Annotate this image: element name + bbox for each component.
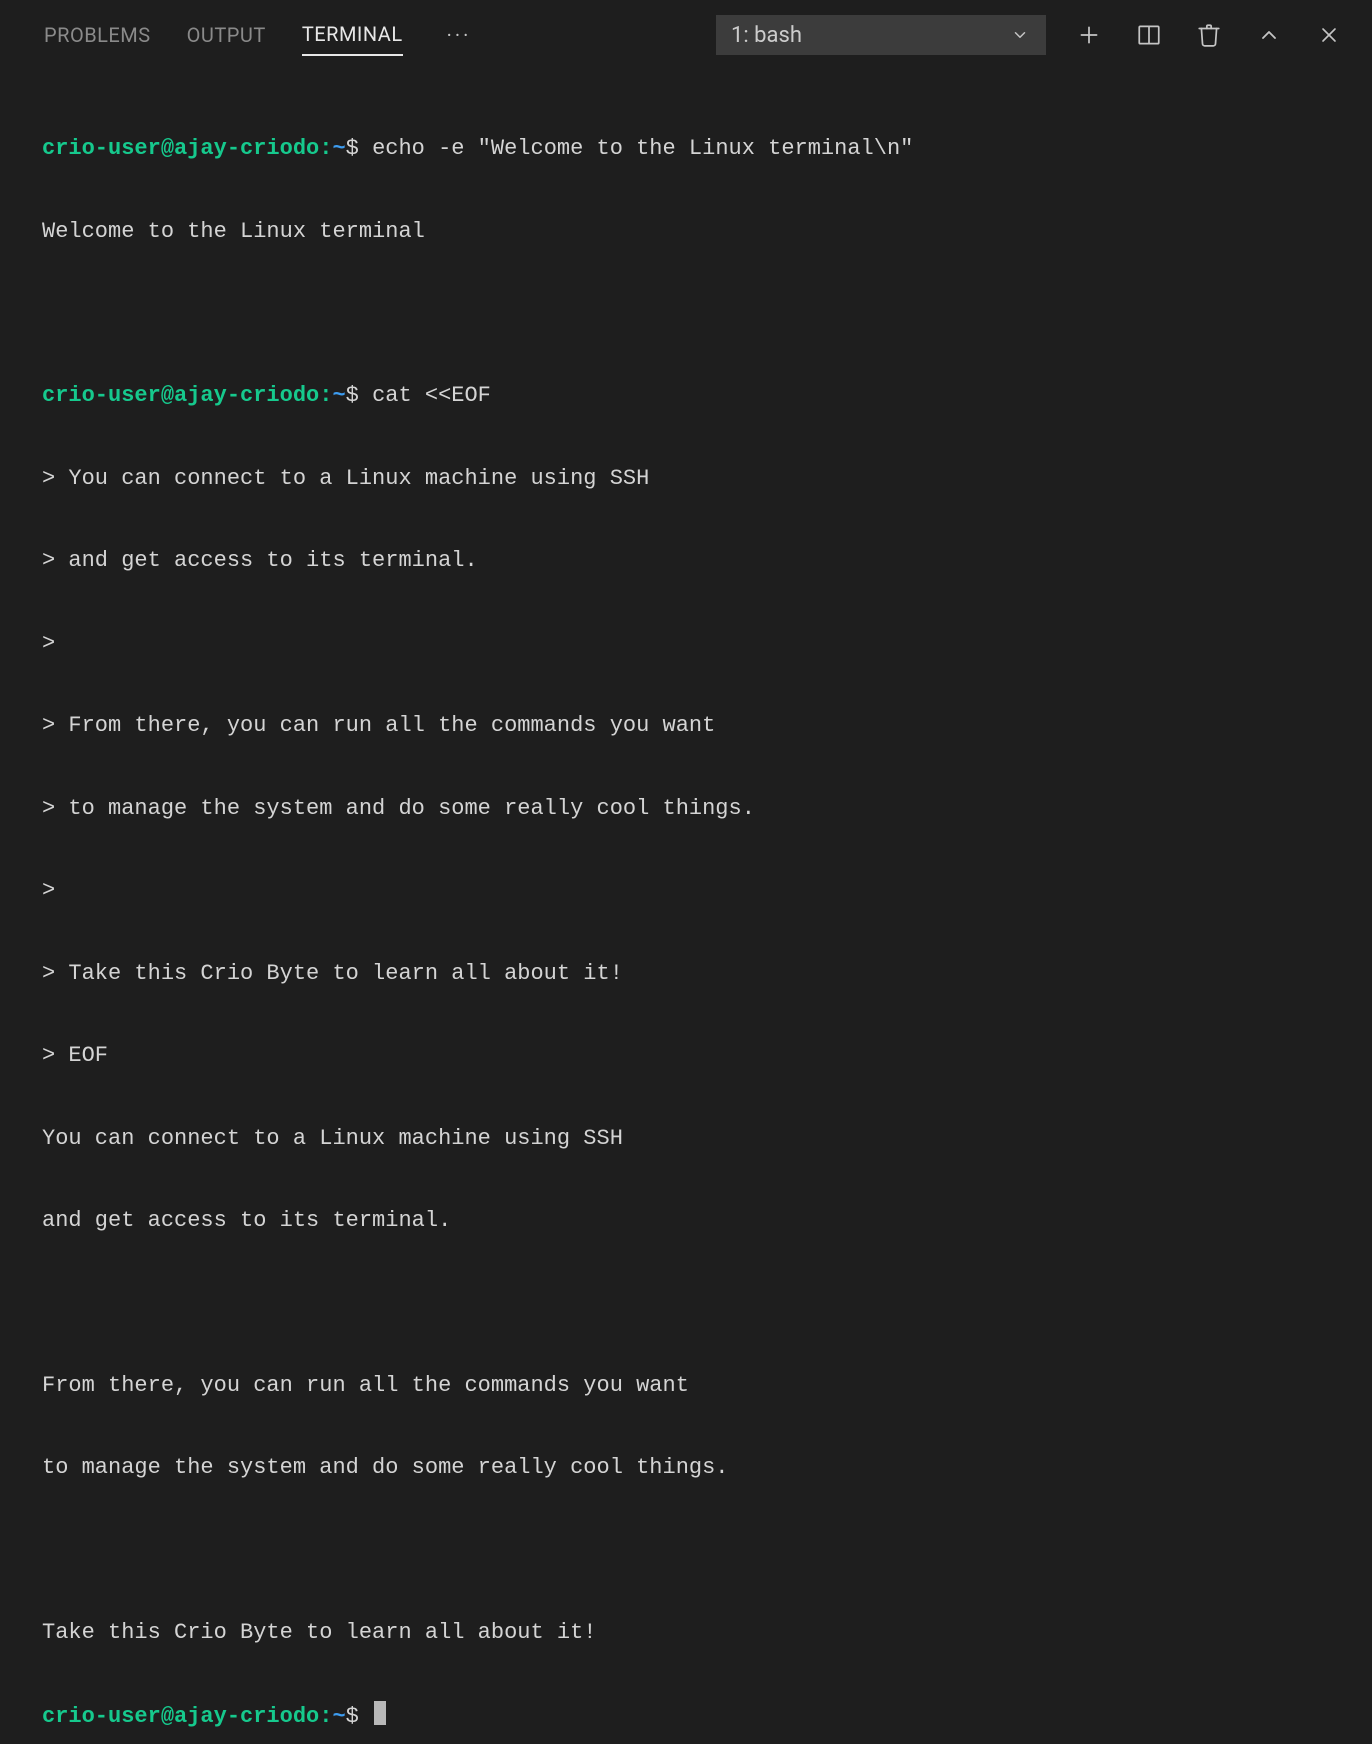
terminal-line: crio-user@ajay-criodo:~$	[42, 1701, 1330, 1731]
kill-terminal-button[interactable]	[1194, 20, 1224, 50]
tab-output[interactable]: OUTPUT	[187, 15, 266, 55]
terminal-line: >	[42, 630, 1330, 658]
command-text: cat <<EOF	[372, 383, 491, 408]
terminal-output-area[interactable]: crio-user@ajay-criodo:~$ echo -e "Welcom…	[0, 60, 1372, 1744]
terminal-line: > EOF	[42, 1042, 1330, 1070]
terminal-line	[42, 300, 1330, 327]
terminal-line: >	[42, 877, 1330, 905]
new-terminal-button[interactable]	[1074, 20, 1104, 50]
panel-header: PROBLEMS OUTPUT TERMINAL ··· 1: bash	[0, 10, 1372, 60]
tab-problems[interactable]: PROBLEMS	[44, 15, 151, 55]
terminal-line: From there, you can run all the commands…	[42, 1372, 1330, 1400]
terminal-line: to manage the system and do some really …	[42, 1454, 1330, 1482]
prompt-user-host: crio-user@ajay-criodo	[42, 136, 319, 161]
chevron-down-icon	[1009, 24, 1031, 46]
terminal-line: > to manage the system and do some reall…	[42, 795, 1330, 823]
terminal-line: crio-user@ajay-criodo:~$ echo -e "Welcom…	[42, 135, 1330, 163]
terminal-panel: PROBLEMS OUTPUT TERMINAL ··· 1: bash	[0, 0, 1372, 1744]
panel-tabs: PROBLEMS OUTPUT TERMINAL ···	[18, 14, 471, 56]
terminal-line: > From there, you can run all the comman…	[42, 712, 1330, 740]
prompt-symbol: $	[346, 1704, 359, 1729]
terminal-line: Take this Crio Byte to learn all about i…	[42, 1619, 1330, 1647]
terminal-selector[interactable]: 1: bash	[716, 15, 1046, 55]
terminal-line: and get access to its terminal.	[42, 1207, 1330, 1235]
terminal-toolbar	[1074, 20, 1344, 50]
more-icon[interactable]: ···	[447, 23, 472, 47]
close-panel-button[interactable]	[1314, 20, 1344, 50]
command-text: echo -e "Welcome to the Linux terminal\n…	[372, 136, 913, 161]
terminal-line: > Take this Crio Byte to learn all about…	[42, 960, 1330, 988]
terminal-selector-label: 1: bash	[731, 23, 802, 48]
terminal-line	[42, 1537, 1330, 1564]
terminal-line: crio-user@ajay-criodo:~$ cat <<EOF	[42, 382, 1330, 410]
prompt-user-host: crio-user@ajay-criodo	[42, 383, 319, 408]
terminal-line: > You can connect to a Linux machine usi…	[42, 465, 1330, 493]
prompt-path: ~	[332, 136, 345, 161]
terminal-line: Welcome to the Linux terminal	[42, 218, 1330, 246]
cursor-icon	[374, 1701, 386, 1725]
split-terminal-button[interactable]	[1134, 20, 1164, 50]
terminal-line	[42, 1290, 1330, 1317]
prompt-symbol: $	[346, 383, 359, 408]
terminal-line: > and get access to its terminal.	[42, 547, 1330, 575]
prompt-path: ~	[332, 383, 345, 408]
maximize-panel-button[interactable]	[1254, 20, 1284, 50]
terminal-line: You can connect to a Linux machine using…	[42, 1125, 1330, 1153]
tab-terminal[interactable]: TERMINAL	[302, 14, 403, 56]
prompt-path: ~	[332, 1704, 345, 1729]
prompt-symbol: $	[346, 136, 359, 161]
prompt-user-host: crio-user@ajay-criodo	[42, 1704, 319, 1729]
